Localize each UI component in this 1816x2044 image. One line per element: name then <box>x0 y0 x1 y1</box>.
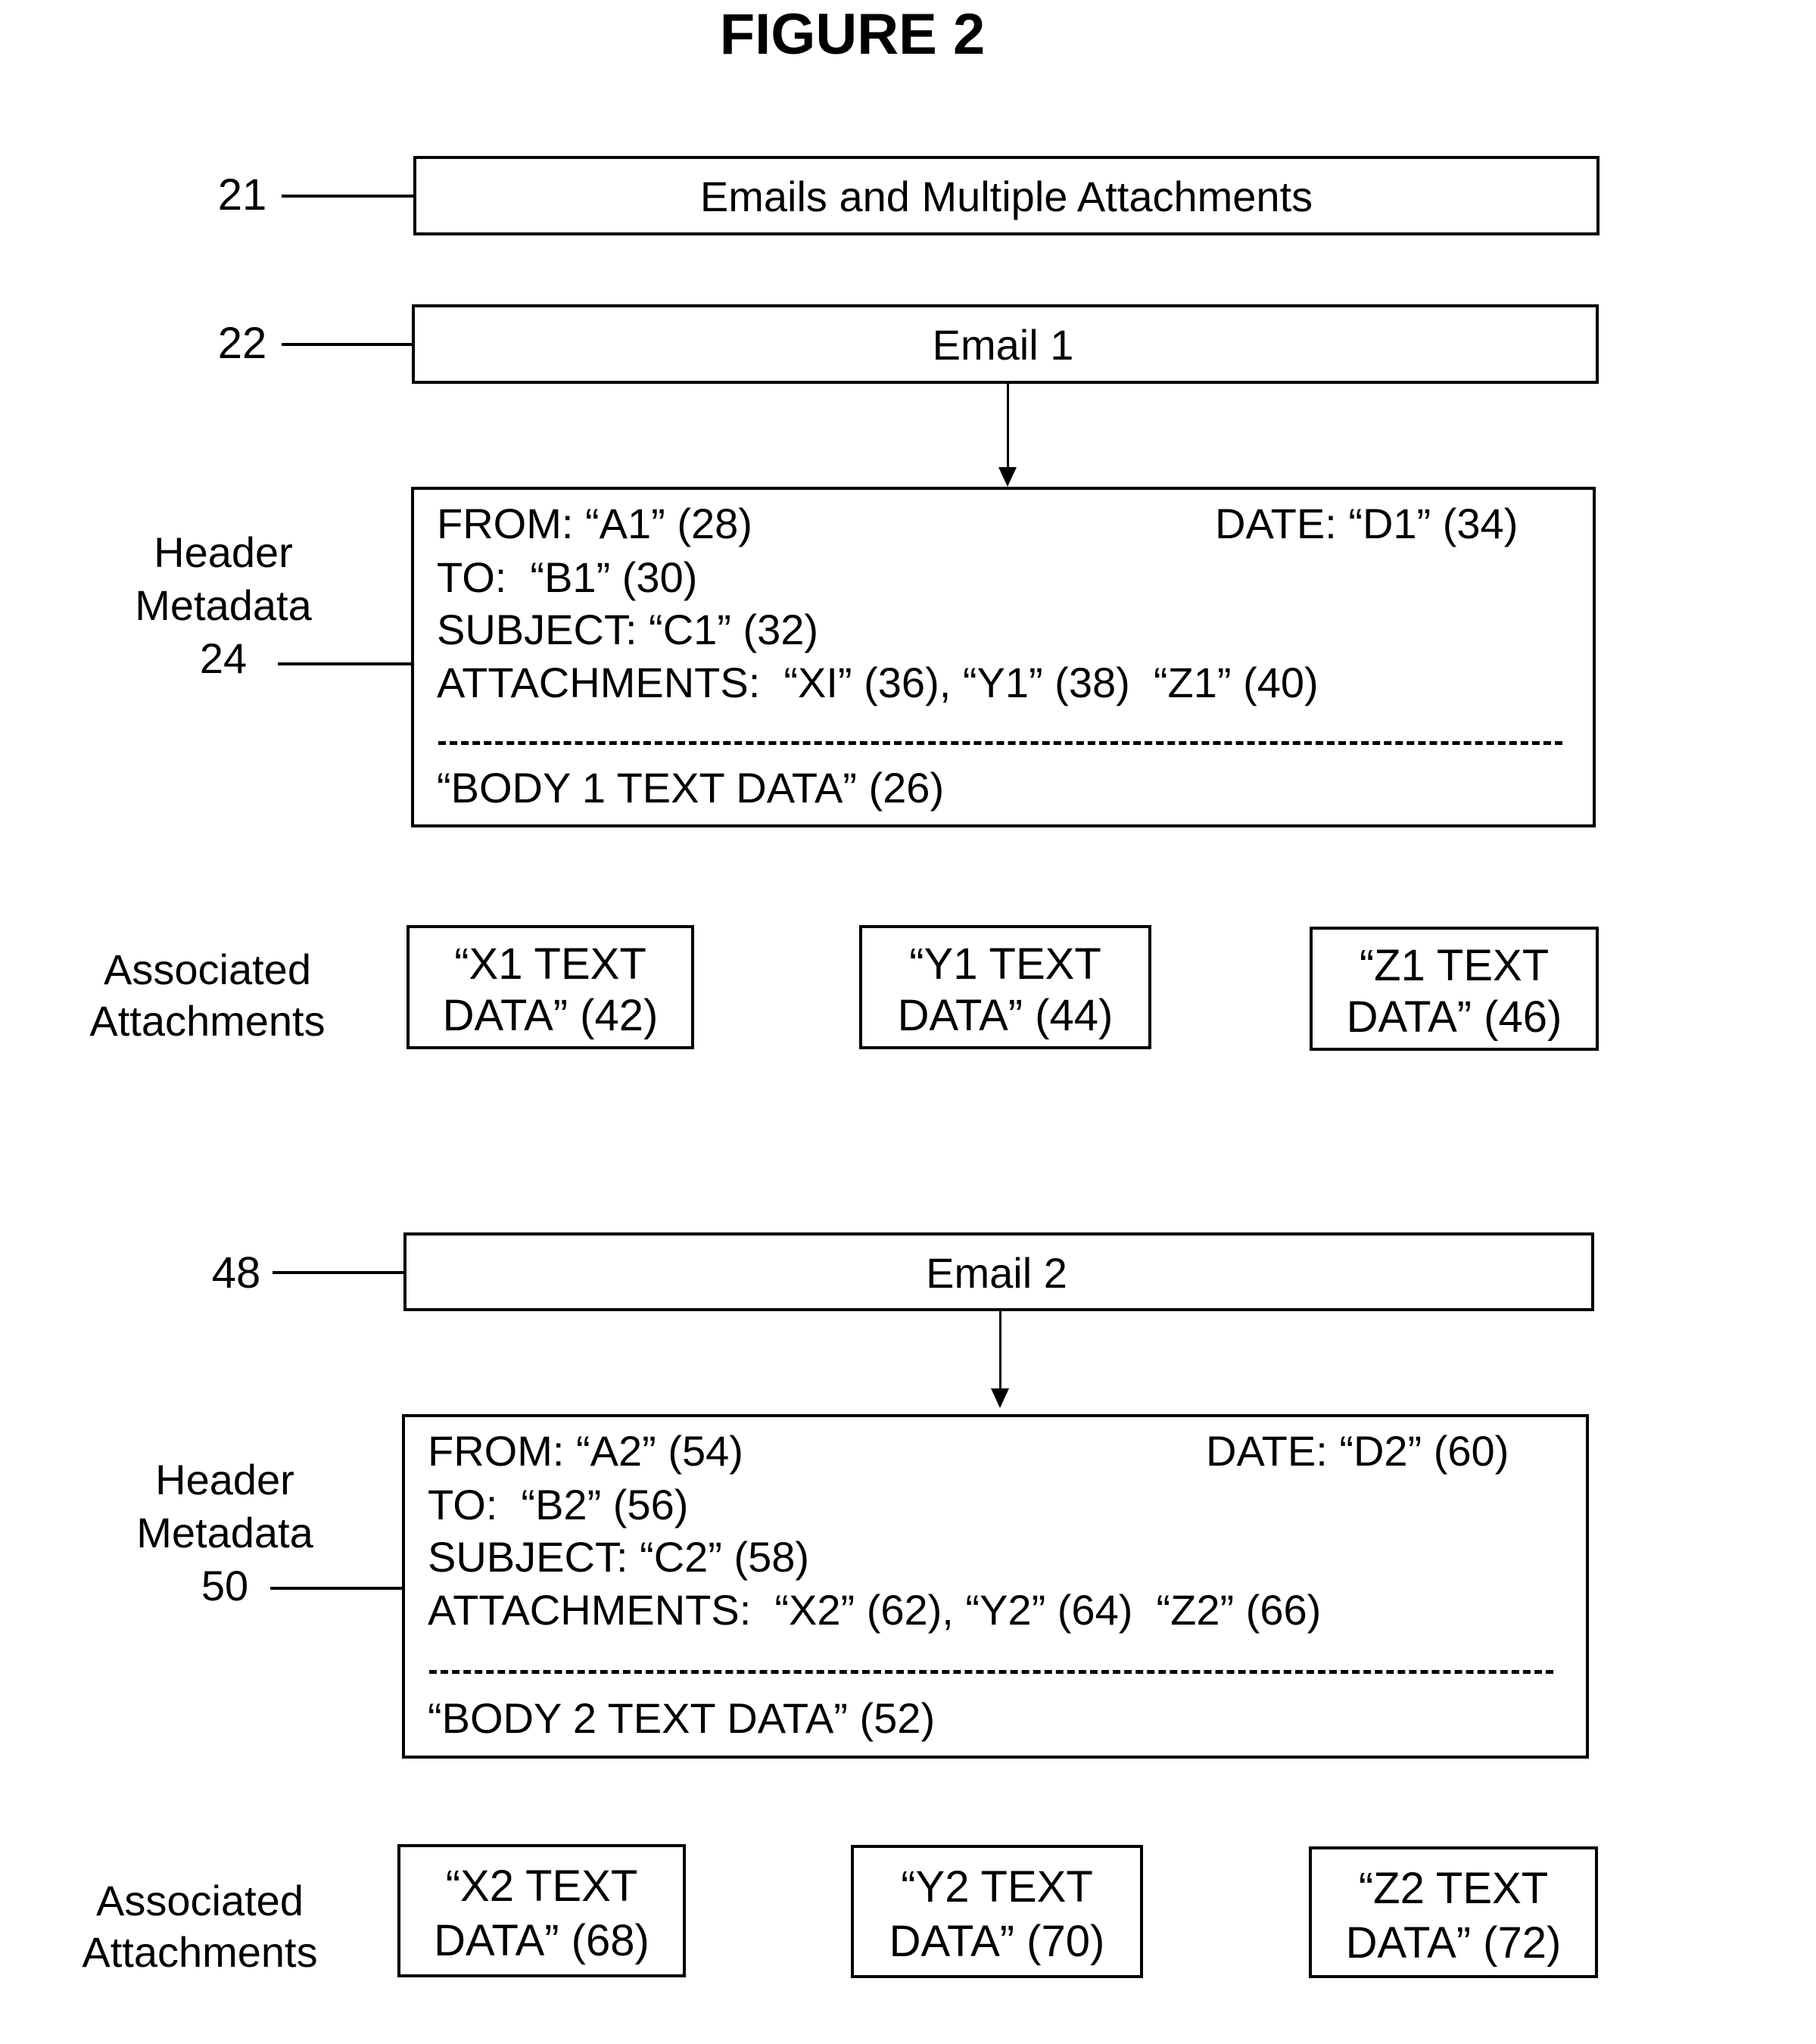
leader-line-48 <box>273 1271 405 1274</box>
email-2-arrow-head <box>991 1388 1009 1408</box>
email-2-from: FROM: “A2” (54) <box>428 1427 743 1475</box>
attachment-z2-box: “Z2 TEXT DATA” (72) <box>1309 1846 1598 1978</box>
header-metadata-1-line-1: Header <box>154 528 293 576</box>
attachment-y1-line-2: DATA” (44) <box>897 991 1114 1040</box>
associated-attachments-2-line-1: Associated <box>96 1877 304 1924</box>
header-metadata-2-line-1: Header <box>155 1456 294 1503</box>
email-1-from: FROM: “A1” (28) <box>437 500 752 547</box>
emails-and-attachments-box: Emails and Multiple Attachments <box>413 156 1600 235</box>
attachment-z1-line-1: “Z1 TEXT <box>1359 941 1550 990</box>
attachment-y2-box: “Y2 TEXT DATA” (70) <box>851 1845 1143 1978</box>
email-1-arrow-shaft <box>1007 384 1009 469</box>
attachment-y2-line-1: “Y2 TEXT <box>901 1862 1093 1912</box>
attachment-y1-box: “Y1 TEXT DATA” (44) <box>859 925 1151 1049</box>
attachment-z1-line-2: DATA” (46) <box>1346 992 1562 1042</box>
email-1-to: TO: “B1” (30) <box>437 553 698 601</box>
email-2-subject: SUBJECT: “C2” (58) <box>428 1533 810 1581</box>
header-metadata-2-line-2: Metadata <box>136 1509 313 1556</box>
header-metadata-2-ref: 50 <box>201 1562 249 1609</box>
header-metadata-1-label: Header Metadata 24 <box>110 526 337 685</box>
email-1-date: DATE: “D1” (34) <box>1215 500 1519 547</box>
attachment-z1-box: “Z1 TEXT DATA” (46) <box>1310 927 1599 1051</box>
attachment-x1-line-1: “X1 TEXT <box>454 939 646 989</box>
attachment-x2-line-2: DATA” (68) <box>434 1916 649 1965</box>
associated-attachments-2-line-2: Attachments <box>82 1928 318 1976</box>
email-2-to: TO: “B2” (56) <box>428 1481 689 1528</box>
email-1-label: Email 1 <box>932 321 1074 369</box>
figure-title: FIGURE 2 <box>719 2 986 67</box>
email-1-arrow-head <box>998 467 1017 487</box>
email-2-attachments: ATTACHMENTS: “X2” (62), “Y2” (64) “Z2” (… <box>428 1586 1322 1634</box>
email-1-attachments: ATTACHMENTS: “XI” (36), “Y1” (38) “Z1” (… <box>437 659 1319 706</box>
attachment-z2-line-2: DATA” (72) <box>1345 1918 1562 1968</box>
email-1-header-box: FROM: “A1” (28) DATE: “D1” (34) TO: “B1”… <box>411 487 1596 827</box>
attachment-x1-line-2: DATA” (42) <box>442 991 659 1040</box>
attachment-z2-line-1: “Z2 TEXT <box>1358 1864 1549 1913</box>
leader-line-50 <box>270 1587 403 1590</box>
leader-line-24 <box>278 662 413 665</box>
email-1-header-body-divider <box>438 741 1562 745</box>
ref-numeral-48: 48 <box>211 1248 261 1298</box>
email-2-arrow-shaft <box>999 1311 1001 1390</box>
emails-and-attachments-label: Emails and Multiple Attachments <box>699 173 1313 220</box>
email-1-subject: SUBJECT: “C1” (32) <box>437 606 819 653</box>
attachment-y2-line-2: DATA” (70) <box>889 1917 1105 1966</box>
attachment-x2-box: “X2 TEXT DATA” (68) <box>397 1844 686 1977</box>
attachment-x2-line-1: “X2 TEXT <box>445 1862 638 1911</box>
leader-line-22 <box>282 343 413 346</box>
attachment-y1-line-1: “Y1 TEXT <box>909 939 1101 989</box>
header-metadata-1-ref: 24 <box>199 634 248 682</box>
associated-attachments-1-label: Associated Attachments <box>79 944 336 1047</box>
associated-attachments-1-line-1: Associated <box>104 946 311 993</box>
email-2-body: “BODY 2 TEXT DATA” (52) <box>428 1694 936 1742</box>
email-2-label: Email 2 <box>926 1249 1067 1297</box>
email-1-box: Email 1 <box>412 304 1599 384</box>
email-2-date: DATE: “D2” (60) <box>1206 1427 1509 1475</box>
email-2-box: Email 2 <box>403 1232 1594 1311</box>
email-1-body: “BODY 1 TEXT DATA” (26) <box>437 764 945 812</box>
associated-attachments-2-label: Associated Attachments <box>71 1875 329 1978</box>
ref-numeral-21: 21 <box>217 170 267 220</box>
email-2-header-body-divider <box>429 1670 1553 1674</box>
header-metadata-1-line-2: Metadata <box>135 581 312 629</box>
email-2-header-box: FROM: “A2” (54) DATE: “D2” (60) TO: “B2”… <box>402 1414 1589 1759</box>
attachment-x1-box: “X1 TEXT DATA” (42) <box>406 925 694 1049</box>
ref-numeral-22: 22 <box>217 319 267 368</box>
leader-line-21 <box>282 195 415 198</box>
associated-attachments-1-line-2: Attachments <box>89 997 326 1045</box>
